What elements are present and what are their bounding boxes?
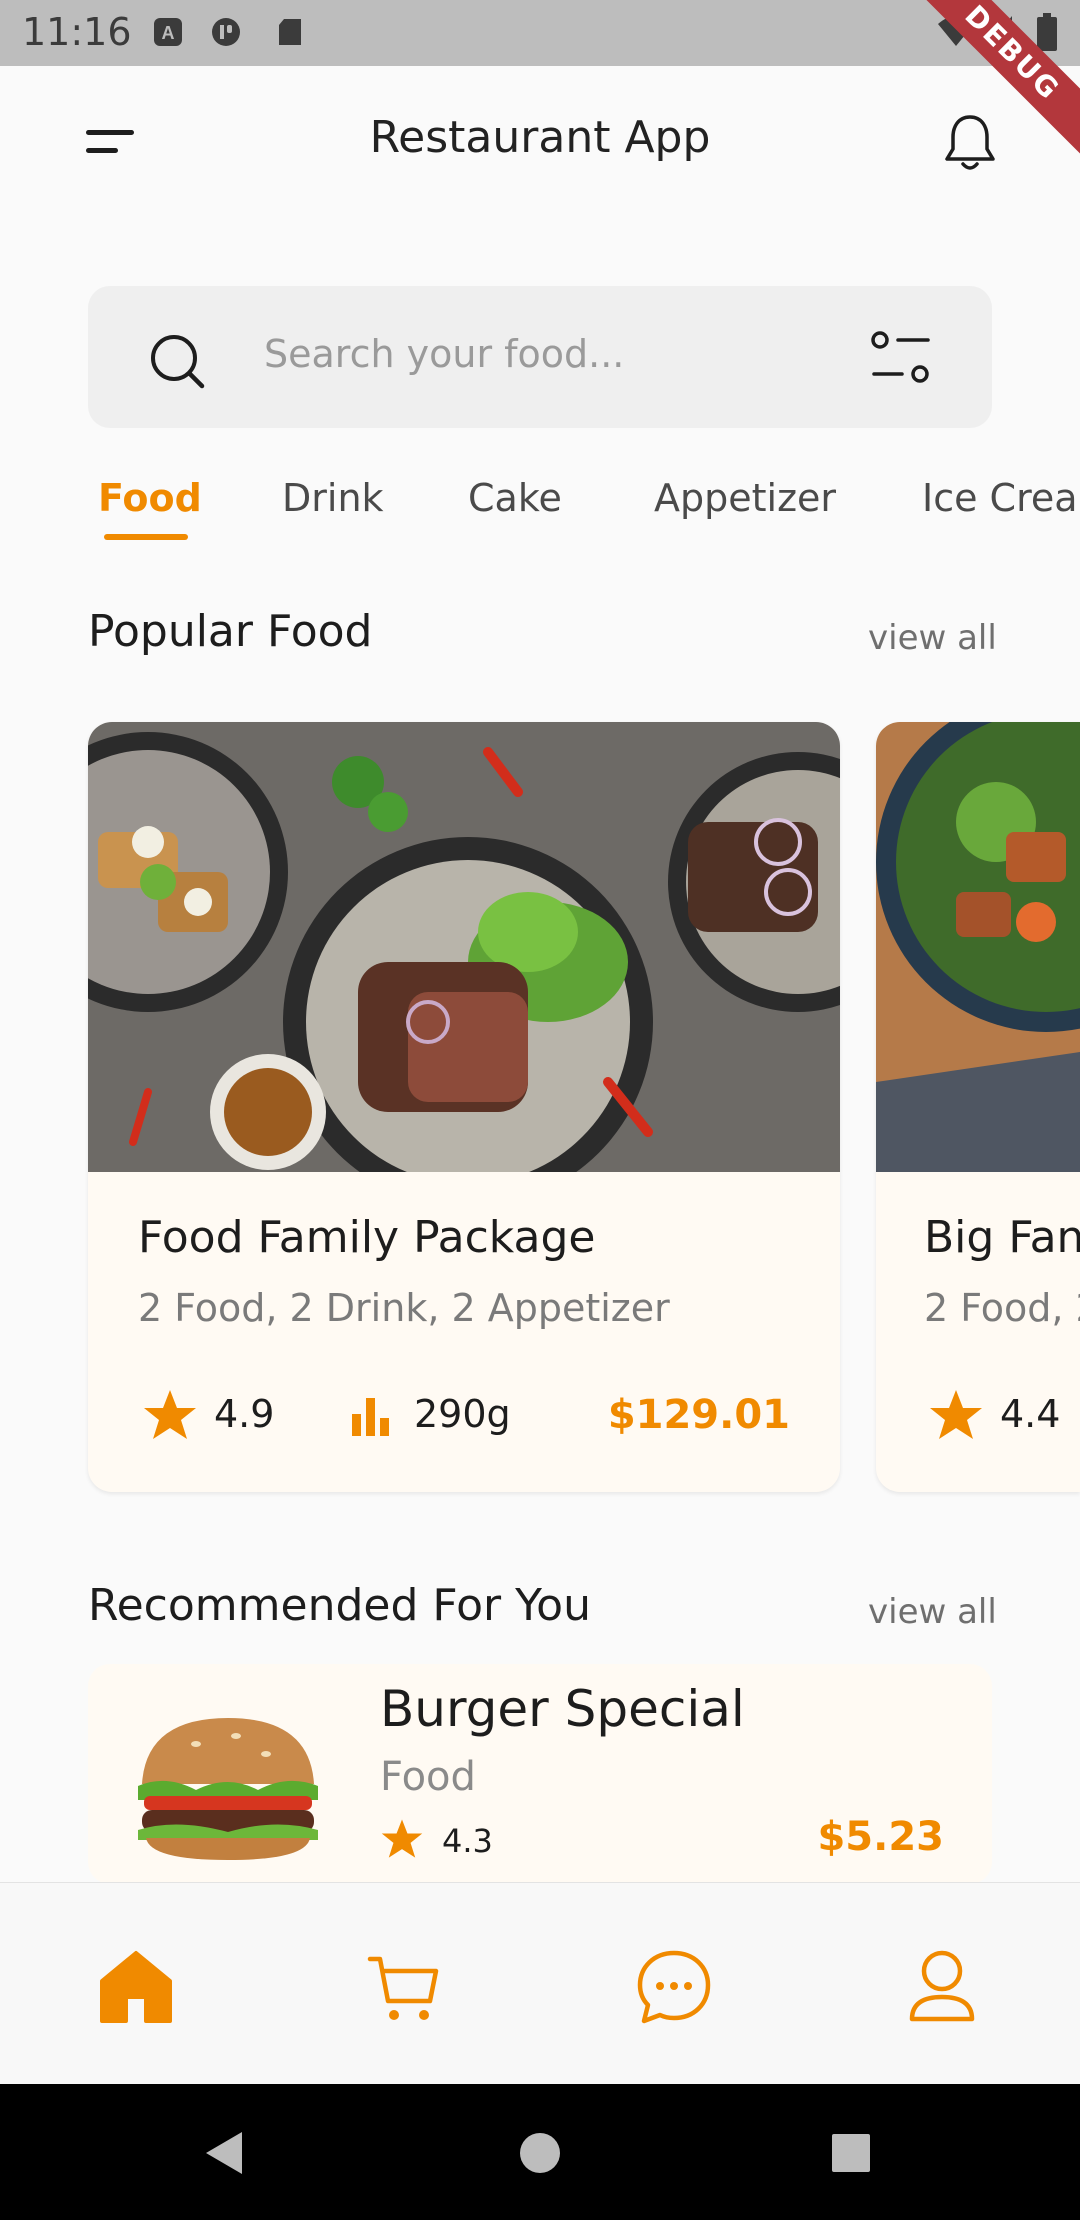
recommended-title: Burger Special [380, 1680, 745, 1738]
card-rating: 4.4 [1000, 1392, 1061, 1436]
search-bar[interactable]: Search your food... [88, 286, 992, 428]
card-title: Food Family Package [138, 1212, 596, 1263]
food-image [88, 722, 840, 1172]
home-icon[interactable] [96, 1947, 176, 2027]
recommended-rating: 4.3 [442, 1822, 493, 1860]
weight-icon [352, 1398, 389, 1436]
page-title: Restaurant App [369, 112, 711, 163]
recommended-section-title: Recommended For You [88, 1580, 591, 1631]
star-icon [144, 1390, 196, 1439]
tab-cake[interactable]: Cake [468, 476, 562, 520]
tab-ice-cream[interactable]: Ice Crea [922, 476, 1078, 520]
card-subtitle: 2 Food, 2 [924, 1286, 1080, 1330]
battery-icon [1037, 13, 1057, 51]
recommended-category: Food [380, 1754, 476, 1800]
status-time: 11:16 [22, 10, 132, 54]
bottom-navigation [0, 1882, 1080, 2085]
tab-indicator [104, 534, 188, 540]
recommended-item[interactable]: Burger Special Food 4.3 $5.23 [88, 1664, 992, 1884]
status-bar: 11:16 A [0, 0, 1080, 66]
card-weight: 290g [414, 1392, 511, 1436]
tab-drink[interactable]: Drink [282, 476, 384, 520]
chat-icon[interactable] [634, 1947, 714, 2027]
food-card[interactable]: Food Family Package 2 Food, 2 Drink, 2 A… [88, 722, 840, 1492]
card-title: Big Fan [924, 1212, 1080, 1263]
search-icon [151, 335, 205, 389]
popular-view-all-link[interactable]: view all [868, 618, 997, 658]
card-price: $129.01 [607, 1392, 790, 1438]
svg-text:A: A [162, 23, 175, 43]
popular-section-title: Popular Food [88, 606, 373, 657]
recommended-price: $5.23 [817, 1814, 944, 1860]
profile-icon[interactable] [902, 1947, 982, 2027]
back-icon[interactable] [200, 2128, 250, 2178]
bell-icon[interactable] [942, 112, 998, 174]
cart-icon[interactable] [364, 1947, 444, 2027]
star-icon [930, 1390, 982, 1439]
burger-image [138, 1718, 318, 1860]
tab-appetizer[interactable]: Appetizer [654, 476, 836, 520]
recents-icon[interactable] [826, 2128, 876, 2178]
filter-icon[interactable] [870, 330, 932, 386]
home-circle-icon[interactable] [515, 2128, 565, 2178]
a11y-icon: A [154, 18, 182, 46]
food-card[interactable]: Big Fan 2 Food, 2 4.4 [876, 722, 1080, 1492]
sd-card-icon [279, 19, 301, 45]
search-input[interactable]: Search your food... [264, 332, 624, 376]
system-navigation-bar [0, 2084, 1080, 2220]
card-subtitle: 2 Food, 2 Drink, 2 Appetizer [138, 1286, 670, 1330]
app-icon [212, 18, 240, 46]
card-rating: 4.9 [214, 1392, 275, 1436]
food-image [876, 722, 1080, 1172]
tab-food[interactable]: Food [98, 476, 202, 520]
star-icon [381, 1819, 423, 1858]
recommended-view-all-link[interactable]: view all [868, 1592, 997, 1632]
